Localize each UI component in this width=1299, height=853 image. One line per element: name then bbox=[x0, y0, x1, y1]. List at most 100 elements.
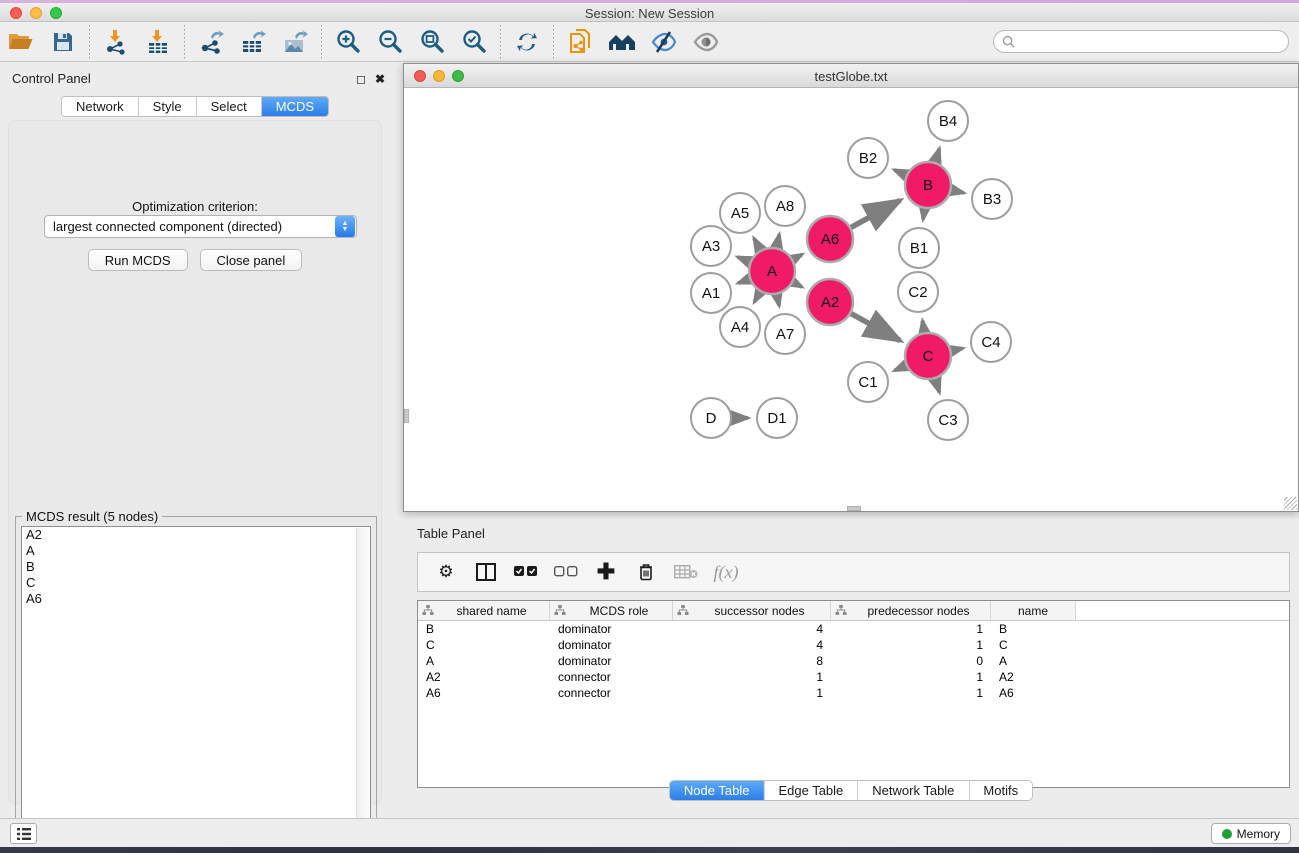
close-panel-button[interactable]: Close panel bbox=[200, 249, 303, 271]
network-graph[interactable]: B4B2BB3A8A5A6B1A3AA1C2A2A4A7C4CC1C3DD1 bbox=[404, 89, 1298, 511]
import-table-icon[interactable] bbox=[141, 26, 175, 58]
optimization-criterion-select[interactable]: largest connected component (directed) ▲… bbox=[44, 215, 357, 238]
table-cell[interactable]: C bbox=[991, 637, 1076, 653]
edge-A-A2[interactable] bbox=[793, 282, 802, 287]
table-cell[interactable]: A6 bbox=[418, 685, 550, 701]
table-cell[interactable]: 4 bbox=[673, 637, 831, 653]
edge-A6-B[interactable] bbox=[851, 200, 900, 227]
graph-node-C1[interactable]: C1 bbox=[848, 362, 888, 402]
table-cell[interactable]: 0 bbox=[831, 653, 991, 669]
tab-network-table[interactable]: Network Table bbox=[858, 781, 969, 800]
edge-A-A6[interactable] bbox=[793, 254, 802, 259]
graph-node-B4[interactable]: B4 bbox=[928, 101, 968, 141]
table-cell[interactable]: connector bbox=[550, 685, 673, 701]
table-cell[interactable]: 1 bbox=[831, 685, 991, 701]
mcds-result-list[interactable]: A2ABCA6 bbox=[21, 526, 371, 846]
node-table[interactable]: shared nameMCDS rolesuccessor nodesprede… bbox=[417, 600, 1290, 788]
graph-node-A4[interactable]: A4 bbox=[720, 307, 760, 347]
new-network-from-selection-icon[interactable] bbox=[563, 26, 597, 58]
tab-network[interactable]: Network bbox=[62, 97, 139, 116]
open-file-icon[interactable] bbox=[4, 26, 38, 58]
column-header-successor-nodes[interactable]: successor nodes bbox=[673, 601, 831, 620]
export-table-icon[interactable] bbox=[236, 26, 270, 58]
refresh-layout-icon[interactable] bbox=[510, 26, 544, 58]
graph-node-C[interactable]: C bbox=[905, 333, 951, 379]
table-cell[interactable]: A bbox=[991, 653, 1076, 669]
table-cell[interactable]: 1 bbox=[673, 685, 831, 701]
table-cell[interactable]: 1 bbox=[673, 669, 831, 685]
table-row[interactable]: A6connector11A6 bbox=[418, 685, 1289, 701]
network-canvas[interactable]: B4B2BB3A8A5A6B1A3AA1C2A2A4A7C4CC1C3DD1 bbox=[404, 89, 1298, 511]
edge-A2-C[interactable] bbox=[851, 314, 900, 341]
graph-node-D1[interactable]: D1 bbox=[757, 398, 797, 438]
float-panel-icon[interactable]: ◻ bbox=[356, 72, 366, 86]
result-list-item[interactable]: A6 bbox=[22, 591, 370, 607]
apply-function-icon[interactable]: f(x) bbox=[711, 558, 741, 586]
zoom-in-icon[interactable] bbox=[331, 26, 365, 58]
result-list-item[interactable]: C bbox=[22, 575, 370, 591]
add-column-icon[interactable]: ✚ bbox=[591, 558, 621, 586]
edge-C-C4[interactable] bbox=[951, 348, 962, 351]
import-network-icon[interactable] bbox=[99, 26, 133, 58]
tab-style[interactable]: Style bbox=[139, 97, 197, 116]
table-cell[interactable]: dominator bbox=[550, 653, 673, 669]
tab-select[interactable]: Select bbox=[197, 97, 262, 116]
edge-B-B2[interactable] bbox=[894, 170, 906, 175]
table-cell[interactable]: 1 bbox=[831, 669, 991, 685]
column-header-predecessor-nodes[interactable]: predecessor nodes bbox=[831, 601, 991, 620]
graph-node-B1[interactable]: B1 bbox=[899, 228, 939, 268]
zoom-fit-icon[interactable] bbox=[415, 26, 449, 58]
table-cell[interactable]: B bbox=[991, 621, 1076, 637]
column-header-name[interactable]: name bbox=[991, 601, 1076, 620]
network-window-titlebar[interactable]: testGlobe.txt bbox=[404, 64, 1298, 88]
edge-A-A4[interactable] bbox=[754, 292, 760, 302]
graph-node-A5[interactable]: A5 bbox=[720, 193, 760, 233]
list-scrollbar[interactable] bbox=[356, 528, 369, 846]
graph-node-A2[interactable]: A2 bbox=[807, 279, 853, 325]
graph-node-A8[interactable]: A8 bbox=[765, 186, 805, 226]
zoom-out-icon[interactable] bbox=[373, 26, 407, 58]
edge-C-C2[interactable] bbox=[922, 321, 924, 333]
task-history-button[interactable] bbox=[10, 823, 37, 844]
table-cell[interactable]: A bbox=[418, 653, 550, 669]
graph-node-A7[interactable]: A7 bbox=[765, 314, 805, 354]
first-neighbors-icon[interactable] bbox=[605, 26, 639, 58]
edge-A-A5[interactable] bbox=[754, 238, 760, 250]
edge-A-A7[interactable] bbox=[777, 295, 779, 306]
export-network-icon[interactable] bbox=[194, 26, 228, 58]
graph-node-A[interactable]: A bbox=[749, 248, 795, 294]
graph-node-C4[interactable]: C4 bbox=[971, 322, 1011, 362]
edge-A-A3[interactable] bbox=[738, 257, 750, 262]
delete-column-icon[interactable] bbox=[631, 558, 661, 586]
graph-node-D[interactable]: D bbox=[691, 398, 731, 438]
tab-mcds[interactable]: MCDS bbox=[262, 97, 328, 116]
edge-B-B3[interactable] bbox=[951, 190, 963, 193]
save-session-icon[interactable] bbox=[46, 26, 80, 58]
table-cell[interactable]: A2 bbox=[418, 669, 550, 685]
memory-button[interactable]: Memory bbox=[1211, 823, 1291, 844]
show-hide-graphics-icon[interactable] bbox=[647, 26, 681, 58]
network-horizontal-scrollbar[interactable] bbox=[847, 506, 861, 511]
show-column-icon[interactable] bbox=[471, 558, 501, 586]
column-header-MCDS-role[interactable]: MCDS role bbox=[550, 601, 673, 620]
export-image-icon[interactable] bbox=[278, 26, 312, 58]
table-cell[interactable]: 1 bbox=[831, 637, 991, 653]
graph-node-C3[interactable]: C3 bbox=[928, 400, 968, 440]
result-list-item[interactable]: A2 bbox=[22, 527, 370, 543]
graph-node-B[interactable]: B bbox=[905, 162, 951, 208]
table-cell[interactable]: dominator bbox=[550, 637, 673, 653]
table-cell[interactable]: 1 bbox=[831, 621, 991, 637]
edge-C-C1[interactable] bbox=[895, 366, 906, 371]
edge-B-B4[interactable] bbox=[935, 149, 939, 162]
result-list-item[interactable]: B bbox=[22, 559, 370, 575]
table-options-gear-icon[interactable]: ⚙︎ bbox=[431, 558, 461, 586]
tab-motifs[interactable]: Motifs bbox=[969, 781, 1032, 800]
edge-A-A8[interactable] bbox=[777, 234, 780, 247]
graph-node-C2[interactable]: C2 bbox=[898, 272, 938, 312]
table-row[interactable]: Cdominator41C bbox=[418, 637, 1289, 653]
delete-table-icon[interactable] bbox=[671, 558, 701, 586]
result-list-item[interactable]: A bbox=[22, 543, 370, 559]
network-vertical-scrollbar[interactable] bbox=[404, 409, 409, 423]
edge-C-C3[interactable] bbox=[935, 379, 939, 392]
graph-node-A3[interactable]: A3 bbox=[691, 226, 731, 266]
